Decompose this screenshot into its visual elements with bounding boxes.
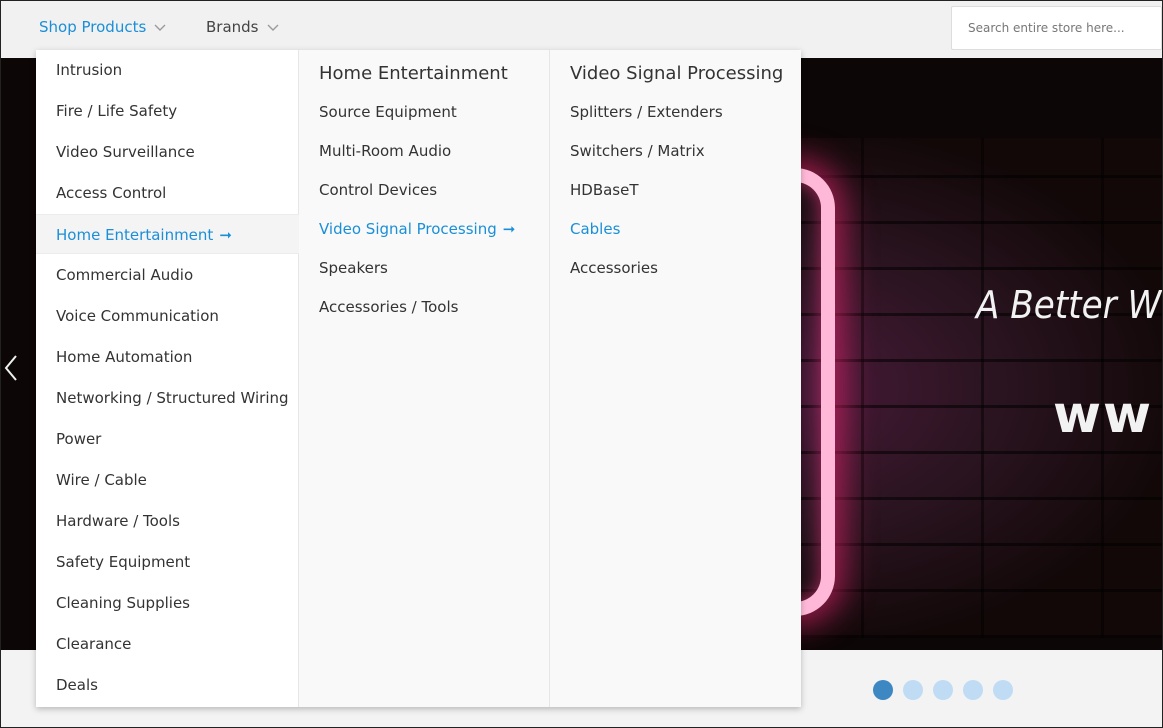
subcategory-label: Multi-Room Audio	[319, 142, 452, 160]
category-label: Wire / Cable	[56, 471, 147, 489]
search-input[interactable]	[966, 7, 1160, 49]
category-label: Clearance	[56, 635, 132, 653]
category-label: Commercial Audio	[56, 266, 194, 284]
nav-shop-products-label: Shop Products	[39, 18, 147, 36]
category-fire-life-safety[interactable]: Fire / Life Safety	[36, 91, 299, 131]
subcategory-heading: Home Entertainment	[319, 63, 508, 84]
subsubcategory-splitters-extenders[interactable]: Splitters / Extenders	[570, 100, 723, 124]
category-voice-communication[interactable]: Voice Communication	[36, 296, 299, 336]
category-label: Home Entertainment	[56, 226, 214, 244]
category-home-automation[interactable]: Home Automation	[36, 337, 299, 377]
subsubcategory-column: Video Signal Processing Splitters / Exte…	[551, 50, 801, 707]
category-label: Power	[56, 430, 102, 448]
search-box	[951, 6, 1162, 50]
category-deals[interactable]: Deals	[36, 665, 299, 705]
category-label: Safety Equipment	[56, 553, 191, 571]
subcategory-label: Control Devices	[319, 181, 438, 199]
chevron-left-icon[interactable]	[3, 352, 19, 384]
slide-dot-1[interactable]	[873, 680, 893, 700]
category-column: Intrusion Fire / Life Safety Video Surve…	[36, 50, 299, 707]
subcategory-video-signal-processing[interactable]: Video Signal Processing ➞	[319, 217, 515, 241]
banner-tagline: A Better W	[976, 283, 1162, 327]
category-networking-structured-wiring[interactable]: Networking / Structured Wiring	[36, 378, 299, 418]
page-frame: A Better W ww Shop Products Brands Intru…	[0, 0, 1163, 728]
category-safety-equipment[interactable]: Safety Equipment	[36, 542, 299, 582]
subsubcategory-accessories[interactable]: Accessories	[570, 256, 658, 280]
chevron-down-icon	[154, 24, 166, 31]
nav-brands[interactable]: Brands	[206, 1, 279, 57]
category-hardware-tools[interactable]: Hardware / Tools	[36, 501, 299, 541]
category-label: Video Surveillance	[56, 143, 195, 161]
subcategory-speakers[interactable]: Speakers	[319, 256, 388, 280]
category-label: Cleaning Supplies	[56, 594, 190, 612]
category-access-control[interactable]: Access Control	[36, 173, 299, 213]
chevron-down-icon	[267, 24, 278, 31]
mega-menu: Intrusion Fire / Life Safety Video Surve…	[36, 50, 801, 707]
category-label: Voice Communication	[56, 307, 219, 325]
slide-dot-4[interactable]	[963, 680, 983, 700]
category-label: Home Automation	[56, 348, 193, 366]
slide-dot-5[interactable]	[993, 680, 1013, 700]
nav-brands-label: Brands	[206, 18, 259, 36]
category-video-surveillance[interactable]: Video Surveillance	[36, 132, 299, 172]
subcategory-control-devices[interactable]: Control Devices	[319, 178, 437, 202]
subsubcategory-heading: Video Signal Processing	[570, 63, 784, 84]
category-commercial-audio[interactable]: Commercial Audio	[36, 255, 299, 295]
subsubcategory-label: Splitters / Extenders	[570, 103, 723, 121]
category-label: Deals	[56, 676, 98, 694]
subcategory-label: Video Signal Processing	[319, 220, 497, 238]
slide-dot-2[interactable]	[903, 680, 923, 700]
category-label: Hardware / Tools	[56, 512, 180, 530]
subcategory-multi-room-audio[interactable]: Multi-Room Audio	[319, 139, 451, 163]
subcategory-label: Accessories / Tools	[319, 298, 459, 316]
subsubcategory-label: Accessories	[570, 259, 658, 277]
category-wire-cable[interactable]: Wire / Cable	[36, 460, 299, 500]
banner-url: ww	[1053, 385, 1154, 445]
category-label: Intrusion	[56, 61, 123, 79]
category-label: Networking / Structured Wiring	[56, 389, 289, 407]
subcategory-source-equipment[interactable]: Source Equipment	[319, 100, 457, 124]
subsubcategory-label: Cables	[570, 220, 621, 238]
subsubcategory-label: Switchers / Matrix	[570, 142, 705, 160]
subcategory-label: Source Equipment	[319, 103, 457, 121]
slide-pager	[873, 680, 1023, 700]
nav-shop-products[interactable]: Shop Products	[39, 1, 166, 57]
slide-dot-3[interactable]	[933, 680, 953, 700]
subcategory-label: Speakers	[319, 259, 388, 277]
arrow-right-icon: ➞	[219, 226, 232, 244]
category-cleaning-supplies[interactable]: Cleaning Supplies	[36, 583, 299, 623]
top-navigation: Shop Products Brands	[1, 1, 1162, 57]
arrow-right-icon: ➞	[502, 220, 516, 238]
subcategory-column: Home Entertainment Source Equipment Mult…	[300, 50, 550, 707]
subsubcategory-cables[interactable]: Cables	[570, 217, 620, 241]
category-power[interactable]: Power	[36, 419, 299, 459]
subsubcategory-label: HDBaseT	[570, 181, 639, 199]
category-intrusion[interactable]: Intrusion	[36, 50, 299, 90]
subsubcategory-switchers-matrix[interactable]: Switchers / Matrix	[570, 139, 705, 163]
category-label: Access Control	[56, 184, 167, 202]
subcategory-accessories-tools[interactable]: Accessories / Tools	[319, 295, 458, 319]
category-label: Fire / Life Safety	[56, 102, 178, 120]
category-clearance[interactable]: Clearance	[36, 624, 299, 664]
subsubcategory-hdbaset[interactable]: HDBaseT	[570, 178, 639, 202]
category-home-entertainment[interactable]: Home Entertainment ➞	[36, 214, 299, 254]
